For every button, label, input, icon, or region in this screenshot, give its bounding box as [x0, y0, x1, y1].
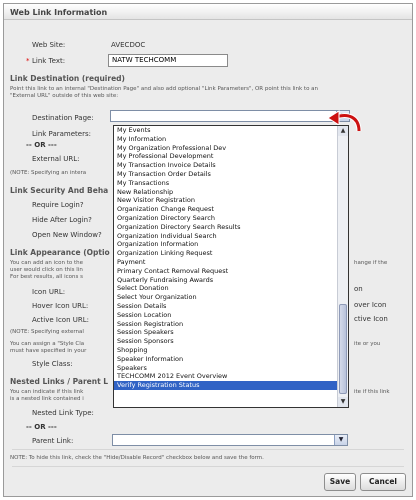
or-separator-1: -- OR ---: [26, 141, 57, 149]
icon-url-right: on: [354, 285, 363, 293]
nested-note-1-right: ite if this link: [354, 389, 390, 395]
web-link-form: Web Link Information Web Site: AVECDOC *…: [3, 3, 413, 497]
dropdown-option[interactable]: Organization Directory Search Results: [114, 223, 338, 232]
web-site-value: AVECDOC: [111, 41, 146, 49]
dropdown-option[interactable]: Verify Registration Status: [114, 381, 338, 390]
destination-page-label: Destination Page:: [32, 114, 94, 122]
nested-note-1: You can indicate if this link: [10, 389, 84, 395]
link-destination-title: Link Destination (required): [10, 74, 125, 83]
style-note-2: must have specified in your: [10, 348, 87, 354]
external-note: (NOTE: Specifying external: [10, 329, 84, 335]
panel-header: Web Link Information: [4, 4, 412, 20]
appearance-note-1: You can add an icon to the: [10, 260, 84, 266]
divider: [12, 466, 404, 467]
hide-after-login-label: Hide After Login?: [32, 216, 92, 224]
dropdown-option[interactable]: Organization Directory Search: [114, 214, 338, 223]
or-separator-2: -- OR ---: [26, 423, 57, 431]
scroll-down-icon[interactable]: ▼: [338, 397, 348, 407]
hide-record-note: NOTE: To hide this link, check the "Hide…: [10, 455, 264, 461]
hover-icon-url-label: Hover Icon URL:: [32, 302, 89, 310]
dropdown-option[interactable]: Speakers: [114, 364, 338, 373]
dropdown-option[interactable]: Select Donation: [114, 284, 338, 293]
dropdown-option[interactable]: My Transactions: [114, 179, 338, 188]
nested-title: Nested Links / Parent L: [10, 377, 109, 386]
nested-note-2: is a nested link contained i: [10, 396, 84, 402]
dropdown-scrollbar[interactable]: ▲ ▼: [337, 126, 348, 407]
panel-title: Web Link Information: [10, 8, 108, 17]
parent-link-select[interactable]: ▼: [112, 434, 348, 446]
required-marker: *: [26, 57, 30, 65]
scroll-up-icon[interactable]: ▲: [338, 126, 348, 136]
security-title: Link Security And Beha: [10, 186, 109, 195]
style-note-1-right: ite or you: [354, 341, 381, 347]
divider: [12, 449, 404, 450]
dropdown-option[interactable]: Session Location: [114, 311, 338, 320]
dropdown-option[interactable]: Primary Contact Removal Request: [114, 267, 338, 276]
dropdown-option[interactable]: Organization Individual Search: [114, 232, 338, 241]
appearance-note-2: user would click on this lin: [10, 267, 83, 273]
dropdown-option[interactable]: My Professional Development: [114, 152, 338, 161]
dropdown-option[interactable]: Organization Change Request: [114, 205, 338, 214]
dropdown-option[interactable]: Speaker Information: [114, 355, 338, 364]
dropdown-option[interactable]: New Relationship: [114, 188, 338, 197]
dropdown-option[interactable]: My Information: [114, 135, 338, 144]
dropdown-option[interactable]: My Organization Professional Dev: [114, 144, 338, 153]
link-text-label: Link Text:: [32, 57, 66, 65]
nested-link-type-label: Nested Link Type:: [32, 409, 94, 417]
active-icon-url-label: Active Icon URL:: [32, 316, 89, 324]
style-note-1: You can assign a "Style Cla: [10, 341, 85, 347]
dropdown-option[interactable]: My Transaction Order Details: [114, 170, 338, 179]
dropdown-options: My Events My Information My Organization P…: [114, 126, 338, 390]
dropdown-option[interactable]: Session Sponsors: [114, 337, 338, 346]
external-url-label: External URL:: [32, 155, 80, 163]
dropdown-option[interactable]: My Events: [114, 126, 338, 135]
destination-page-select[interactable]: ▼: [110, 110, 350, 122]
dropdown-option[interactable]: My Transaction Invoice Details: [114, 161, 338, 170]
appearance-note-3: For best results, all icons s: [10, 274, 83, 280]
dropdown-option[interactable]: Organization Information: [114, 240, 338, 249]
cancel-button[interactable]: Cancel: [360, 473, 406, 491]
dropdown-option[interactable]: Select Your Organization: [114, 293, 338, 302]
chevron-down-icon[interactable]: ▼: [334, 435, 347, 445]
destination-page-dropdown-list[interactable]: My Events My Information My Organization P…: [113, 125, 349, 408]
dropdown-option[interactable]: New Visitor Registration: [114, 196, 338, 205]
link-destination-note-2: "External URL" outside of this web site:: [10, 93, 119, 99]
appearance-title: Link Appearance (Optio: [10, 248, 110, 257]
dropdown-option[interactable]: Session Details: [114, 302, 338, 311]
link-text-value: NATW TECHCOMM: [112, 56, 177, 64]
dropdown-option[interactable]: Organization Linking Request: [114, 249, 338, 258]
link-destination-note-1: Point this link to an internal "Destinat…: [10, 86, 319, 92]
dropdown-option[interactable]: Payment: [114, 258, 338, 267]
scrollbar-thumb[interactable]: [339, 304, 347, 394]
save-button[interactable]: Save: [324, 473, 356, 491]
icon-url-label: Icon URL:: [32, 288, 66, 296]
style-class-label: Style Class:: [32, 360, 73, 368]
require-login-label: Require Login?: [32, 201, 84, 209]
appearance-note-1-right: hange if the: [354, 260, 388, 266]
open-new-window-label: Open New Window?: [32, 231, 102, 239]
hover-icon-right: over Icon: [354, 301, 387, 309]
dropdown-option[interactable]: Session Registration: [114, 320, 338, 329]
intera-note: (NOTE: Specifying an intera: [10, 170, 87, 176]
link-parameters-label: Link Parameters:: [32, 130, 91, 138]
parent-link-label: Parent Link:: [32, 437, 74, 445]
dropdown-option[interactable]: Quarterly Fundraising Awards: [114, 276, 338, 285]
dropdown-option[interactable]: TECHCOMM 2012 Event Overview: [114, 372, 338, 381]
dropdown-option[interactable]: Session Speakers: [114, 328, 338, 337]
web-site-label: Web Site:: [32, 41, 66, 49]
dropdown-option[interactable]: Shopping: [114, 346, 338, 355]
active-icon-right: ctive Icon: [354, 315, 388, 323]
link-text-field[interactable]: NATW TECHCOMM: [108, 54, 228, 67]
